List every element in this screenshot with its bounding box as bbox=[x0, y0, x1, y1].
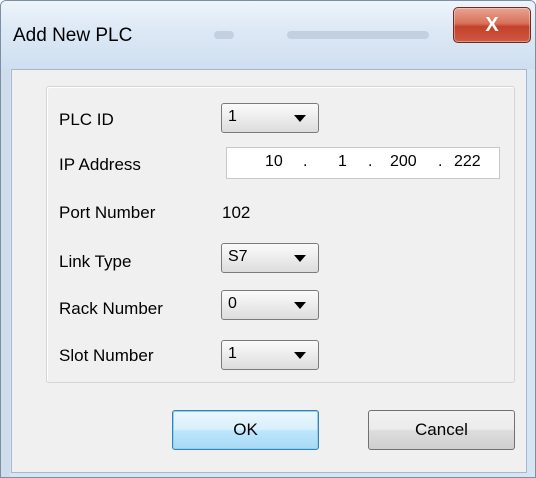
port-number-label: Port Number bbox=[59, 203, 156, 222]
chevron-down-icon bbox=[294, 255, 306, 262]
ip-address-field[interactable]: 10 . 1 . 200 . 222 bbox=[226, 147, 500, 179]
plc-id-dropdown[interactable]: 1 bbox=[221, 103, 319, 133]
close-button[interactable]: X bbox=[453, 7, 531, 43]
slot-number-value: 1 bbox=[228, 345, 237, 362]
link-type-value: S7 bbox=[228, 248, 248, 265]
plc-id-label: PLC ID bbox=[59, 110, 114, 129]
chevron-down-icon bbox=[294, 302, 306, 309]
plc-id-value: 1 bbox=[228, 108, 237, 125]
link-type-dropdown[interactable]: S7 bbox=[221, 243, 319, 273]
ip-octet-2[interactable]: 1 bbox=[338, 153, 347, 171]
slot-number-label: Slot Number bbox=[59, 346, 154, 365]
rack-number-label: Rack Number bbox=[59, 299, 163, 318]
port-number-value: 102 bbox=[222, 203, 251, 222]
ip-octet-1[interactable]: 10 bbox=[265, 153, 283, 171]
window-frame-left bbox=[1, 69, 10, 477]
ip-separator-3: . bbox=[438, 153, 443, 170]
ip-octet-3[interactable]: 200 bbox=[390, 153, 417, 171]
title-bar[interactable]: Add New PLC X bbox=[1, 1, 535, 69]
rack-number-value: 0 bbox=[228, 295, 237, 312]
ip-separator-2: . bbox=[368, 153, 373, 170]
ip-octet-4[interactable]: 222 bbox=[454, 153, 481, 171]
dialog-client-area: PLC ID 1 IP Address 10 . 1 . 200 . 222 P… bbox=[11, 69, 527, 473]
chevron-down-icon bbox=[294, 115, 306, 122]
chevron-down-icon bbox=[294, 352, 306, 359]
window-title: Add New PLC bbox=[13, 25, 133, 46]
cancel-button[interactable]: Cancel bbox=[368, 410, 515, 450]
ip-address-label: IP Address bbox=[59, 155, 141, 174]
slot-number-dropdown[interactable]: 1 bbox=[221, 340, 319, 370]
close-icon: X bbox=[485, 13, 499, 36]
rack-number-dropdown[interactable]: 0 bbox=[221, 290, 319, 320]
link-type-label: Link Type bbox=[59, 252, 132, 271]
ip-separator-1: . bbox=[303, 153, 308, 170]
ok-button[interactable]: OK bbox=[172, 410, 319, 450]
title-blur-1 bbox=[214, 31, 234, 39]
add-plc-dialog: Add New PLC X PLC ID 1 IP Address 10 . 1… bbox=[0, 0, 536, 478]
title-blur-2 bbox=[287, 31, 429, 39]
